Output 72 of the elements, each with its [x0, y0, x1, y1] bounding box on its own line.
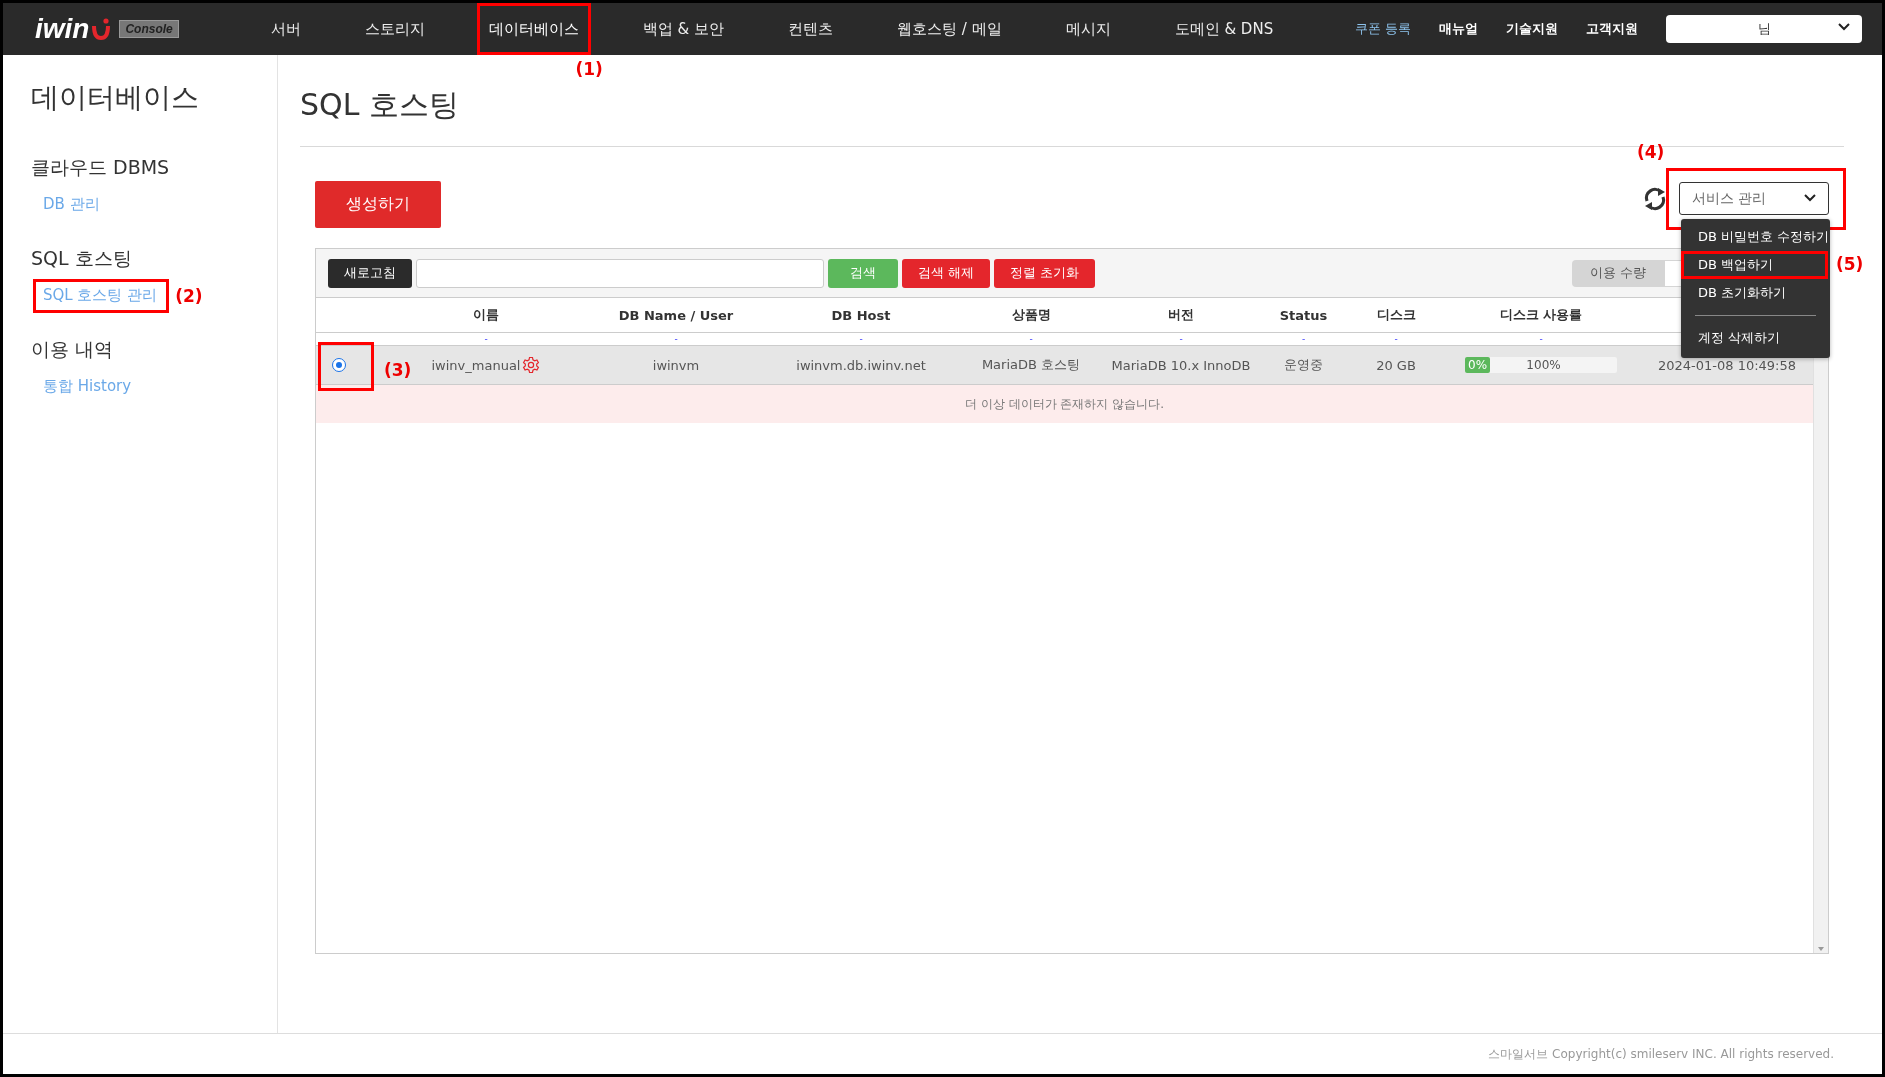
table-cell-text: 2024-01-08 10:49:58 — [1656, 356, 1798, 375]
sidebar-heading: 클라우드 DBMS — [31, 155, 170, 180]
header-link[interactable]: 쿠폰 등록 — [1354, 20, 1411, 38]
menu-item[interactable]: DB 초기화하기 — [1681, 279, 1830, 307]
table-cell-text: iwinvm — [651, 356, 701, 375]
page-title: SQL 호스팅 — [300, 86, 460, 124]
table-cell-text: MariaDB 호스팅 — [980, 356, 1082, 374]
filter-dash: - — [1394, 334, 1398, 344]
search-field[interactable] — [416, 258, 824, 288]
filter-dash: - — [674, 334, 678, 344]
nav-item[interactable]: 데이터베이스 — [476, 3, 591, 55]
annotation-label: (4) — [1637, 142, 1665, 162]
column-header[interactable]: DB Host — [831, 307, 891, 323]
header-link[interactable]: 고객지원 — [1586, 20, 1638, 38]
table-cell-text: MariaDB 10.x InnoDB — [1110, 356, 1252, 375]
annotation-label: (1) — [575, 59, 603, 79]
nav-item[interactable]: 서버 — [258, 3, 313, 55]
nav-item[interactable]: 스토리지 — [352, 3, 437, 55]
nav-item[interactable]: 메시지 — [1053, 3, 1123, 55]
scroll-down-icon[interactable] — [1817, 945, 1825, 953]
table-cell-text: 운영중 — [1283, 356, 1324, 374]
filter-dash: - — [1539, 334, 1543, 344]
header-link[interactable]: 매뉴얼 — [1439, 20, 1478, 38]
empty-message: 더 이상 데이터가 존재하지 않습니다. — [316, 385, 1813, 423]
menu-item[interactable]: 계정 삭제하기 — [1681, 324, 1830, 352]
caret-icon — [1804, 194, 1816, 202]
clear-search-button[interactable]: 검색 해제 — [902, 258, 991, 288]
filter-dash: - — [1179, 334, 1183, 344]
reset-sort-button[interactable]: 정렬 초기화 — [994, 258, 1096, 288]
column-header[interactable]: 디스크 — [1376, 306, 1416, 324]
radio-button[interactable] — [332, 358, 346, 372]
nav-item[interactable]: 컨텐츠 — [776, 3, 846, 55]
sidebar-heading: SQL 호스팅 — [31, 246, 132, 271]
annotation-label: (2) — [175, 286, 203, 306]
column-header[interactable]: 이름 — [473, 306, 499, 324]
column-header[interactable]: 버전 — [1168, 306, 1194, 324]
account-select[interactable]: 님 — [1666, 15, 1862, 43]
smile-icon — [91, 17, 112, 41]
usage-toggle[interactable]: 이용 수량 — [1571, 259, 1664, 287]
usage-fill: 0% — [1465, 357, 1491, 373]
gear-icon[interactable] — [522, 356, 541, 374]
nav-item[interactable]: 웹호스팅 / 메일 — [885, 3, 1014, 55]
header-link[interactable]: 기술지원 — [1506, 20, 1558, 38]
sidebar-heading: 이용 내역 — [31, 337, 114, 362]
filter-dash: - — [1301, 334, 1306, 344]
column-header[interactable]: Status — [1279, 307, 1328, 323]
footer-text: 스마일서브 Copyright(c) smileserv INC. All rights reserved. — [3, 1033, 1882, 1074]
refresh-button[interactable]: 새로고침 — [328, 258, 412, 288]
service-select[interactable]: 서비스 관리 — [1679, 182, 1829, 215]
annotation-box — [318, 342, 374, 391]
sidebar-title: 데이터베이스 — [31, 80, 200, 116]
menu-item[interactable]: DB 백업하기 — [1681, 251, 1830, 279]
annotation-label: (3) — [384, 360, 412, 380]
annotation-label: (5) — [1836, 254, 1864, 274]
column-header[interactable]: DB Name / User — [618, 307, 734, 323]
refresh-icon[interactable] — [1643, 186, 1667, 211]
usage-total: 100% — [1526, 358, 1562, 372]
logo-text[interactable]: iwin — [35, 13, 90, 45]
menu-item[interactable]: DB 비밀번호 수정하기 — [1681, 223, 1847, 251]
filter-dash: - — [859, 334, 863, 344]
column-header[interactable]: 상품명 — [1011, 306, 1051, 324]
table-cell: iwinv_manual — [431, 357, 521, 373]
console-badge: Console — [119, 20, 179, 38]
create-button[interactable]: 생성하기 — [315, 181, 441, 228]
filter-dash: - — [1029, 334, 1033, 344]
filter-dash: - — [484, 334, 488, 344]
nav-item[interactable]: 백업 & 보안 — [630, 3, 737, 55]
column-header[interactable]: 디스크 사용률 — [1499, 306, 1583, 324]
table-cell-text: iwinvm.db.iwinv.net — [795, 356, 927, 375]
nav-item[interactable]: 도메인 & DNS — [1162, 3, 1286, 55]
caret-icon — [1838, 23, 1850, 31]
table-cell-text: 20 GB — [1375, 356, 1417, 375]
